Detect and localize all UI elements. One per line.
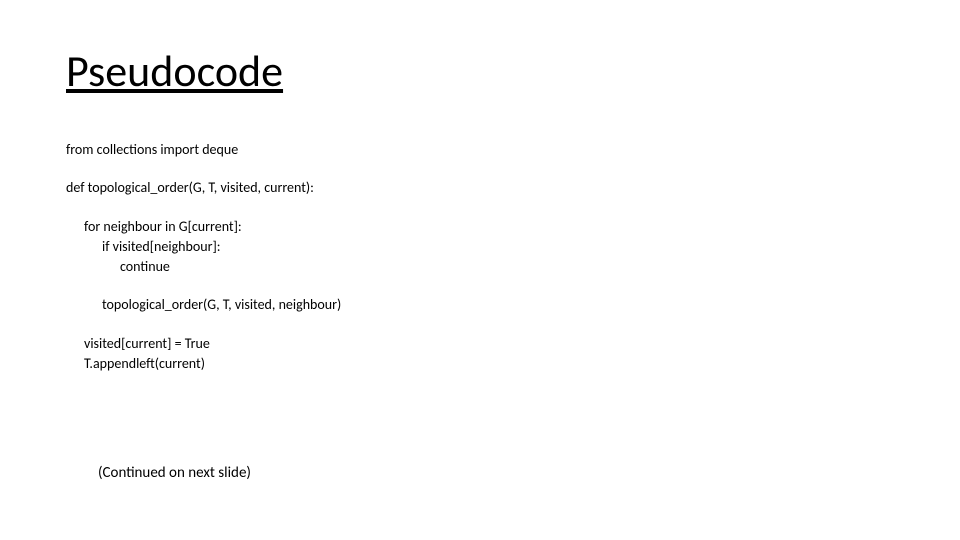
- code-line: visited[current] = True: [66, 334, 886, 354]
- continued-note: (Continued on next slide): [98, 464, 251, 482]
- slide-title: Pseudocode: [66, 44, 283, 98]
- code-line: def topological_order(G, T, visited, cur…: [66, 178, 886, 198]
- pseudocode-block: from collections import deque def topolo…: [66, 140, 886, 374]
- slide: Pseudocode from collections import deque…: [0, 0, 960, 540]
- code-line: topological_order(G, T, visited, neighbo…: [66, 295, 886, 315]
- code-line: continue: [66, 257, 886, 277]
- code-line: for neighbour in G[current]:: [66, 217, 886, 237]
- code-line: from collections import deque: [66, 140, 886, 160]
- code-line: if visited[neighbour]:: [66, 237, 886, 257]
- code-line: T.appendleft(current): [66, 354, 886, 374]
